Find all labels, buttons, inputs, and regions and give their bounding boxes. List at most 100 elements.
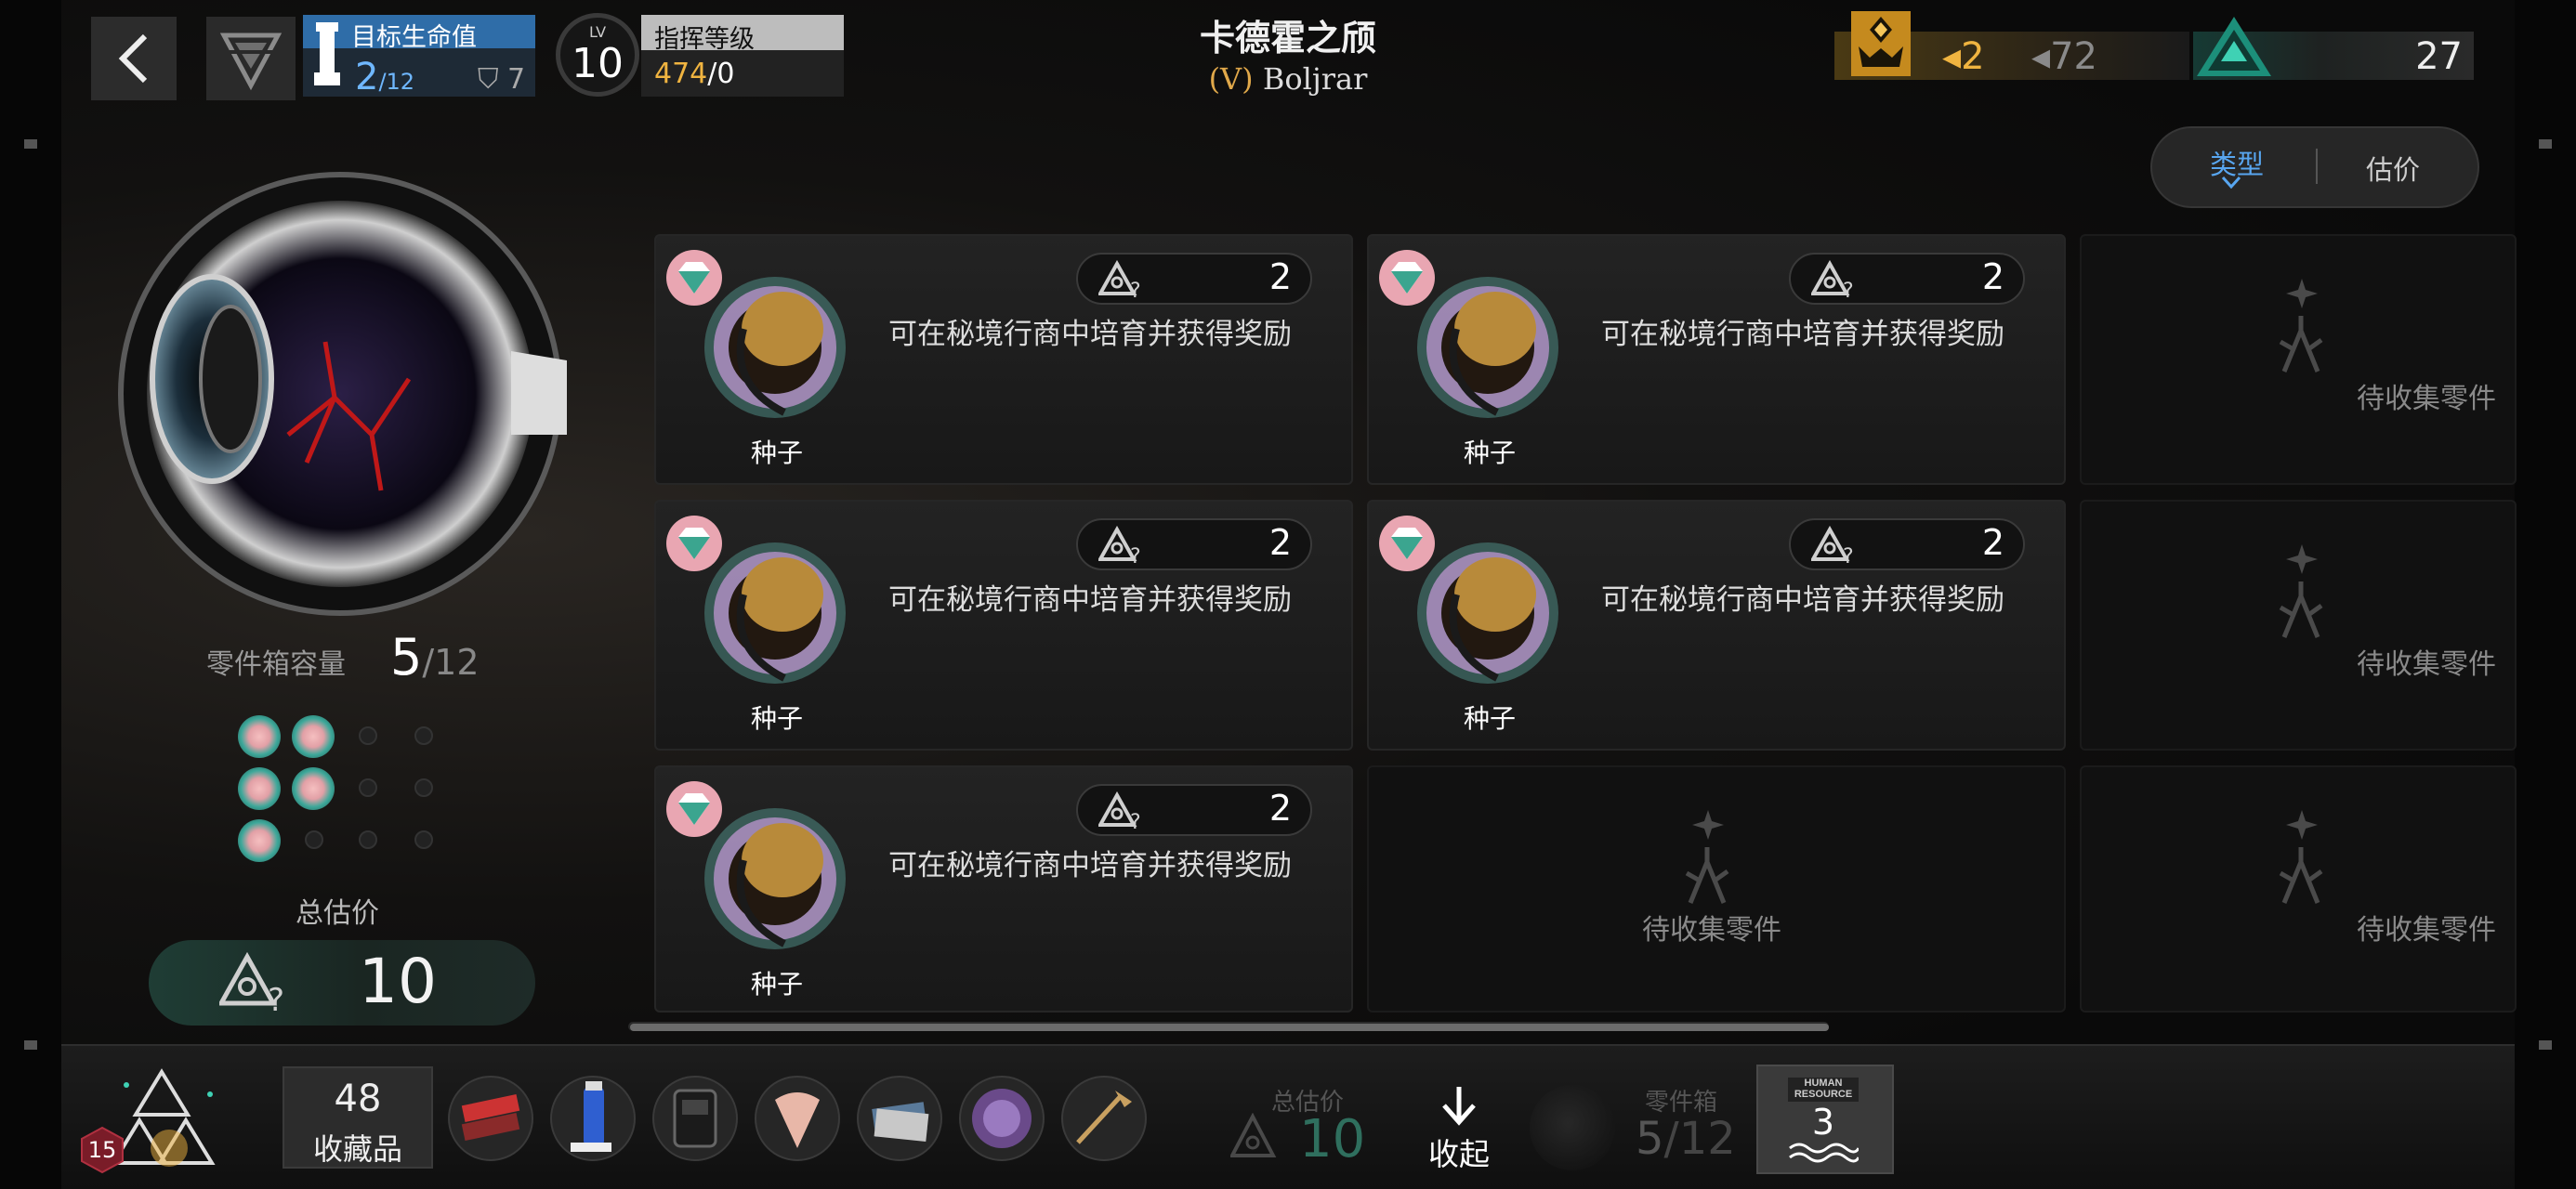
branch-sparkle-icon — [2279, 544, 2323, 638]
game-screen: 目标生命值 2/12 ⛉ 7 LV 10 指挥等级 474/0 卡德霍之颀 (V… — [0, 0, 2576, 1189]
slot-empty — [414, 778, 433, 797]
part-card[interactable]: 种子 ? 2 可在秘境行商中培育并获得奖励 — [654, 765, 1353, 1013]
faction-emblem-button[interactable] — [206, 17, 296, 100]
total-estimate-panel — [149, 940, 535, 1026]
human-resource-logo: HUMAN RESOURCE — [1788, 1078, 1859, 1102]
horn-icon — [1076, 1091, 1132, 1144]
collection-item-feather-fan[interactable] — [755, 1076, 840, 1161]
branch-sparkle-icon — [1685, 810, 1729, 904]
estimate-triangle-icon: ? — [1098, 260, 1141, 299]
svg-text:?: ? — [268, 982, 284, 1014]
gold-crown-icon — [1851, 11, 1911, 76]
pending-part-label: 待收集零件 — [2357, 383, 2496, 415]
part-value: 2 — [1268, 522, 1292, 563]
part-card-empty: 待收集零件 — [2080, 234, 2517, 485]
part-description: 可在秘境行商中培育并获得奖励 — [888, 318, 1292, 351]
slot-filled — [292, 767, 335, 810]
bottom-estimate-value: 10 — [1299, 1109, 1366, 1169]
total-estimate-label: 总估价 — [296, 897, 379, 930]
collection-label: 收藏品 — [312, 1131, 402, 1167]
estimate-triangle-icon — [1230, 1113, 1277, 1157]
chevron-down-icon — [2221, 176, 2241, 189]
sort-divider — [2316, 149, 2318, 184]
total-estimate-value: 10 — [359, 946, 437, 1017]
collection-strip — [437, 1066, 1162, 1169]
target-health-panel[interactable]: 目标生命值 2/12 ⛉ 7 — [303, 15, 535, 98]
part-name: 种子 — [750, 703, 803, 734]
stage-title: 卡德霍之颀 — [1199, 18, 1376, 59]
target-health-title: 目标生命值 — [351, 23, 477, 52]
part-name: 种子 — [750, 438, 803, 468]
svg-text:?: ? — [1130, 811, 1141, 830]
svg-text:?: ? — [1130, 280, 1141, 299]
back-button[interactable] — [91, 17, 177, 100]
level-prefix: LV — [588, 23, 607, 41]
branch-sparkle-icon — [2279, 810, 2323, 904]
slot-empty — [414, 830, 433, 849]
human-resource-count: 3 — [1811, 1102, 1835, 1143]
level-value: 10 — [572, 40, 624, 87]
part-description: 可在秘境行商中培育并获得奖励 — [888, 849, 1292, 882]
eyeball-artifact-icon — [118, 172, 567, 616]
part-card-empty: 待收集零件 — [2080, 500, 2517, 751]
command-level-value: 474/0 — [654, 58, 735, 90]
estimate-triangle-icon: ? — [1098, 791, 1141, 830]
bottom-box-value: 5/12 — [1636, 1113, 1736, 1165]
part-card[interactable]: 种子 ? 2 可在秘境行商中培育并获得奖励 — [654, 234, 1353, 485]
part-name: 种子 — [1463, 438, 1516, 468]
slot-filled — [292, 715, 335, 758]
slot-empty — [359, 726, 377, 745]
seed-icon — [704, 542, 846, 684]
part-name: 种子 — [750, 969, 803, 1000]
slot-filled — [238, 819, 281, 862]
slot-filled — [238, 715, 281, 758]
part-value: 2 — [1981, 522, 2004, 563]
seed-icon — [1417, 277, 1558, 418]
chess-rook-icon — [314, 22, 340, 85]
seed-icon — [1417, 542, 1558, 684]
box-capacity-label: 零件箱容量 — [206, 648, 346, 681]
slot-empty — [414, 726, 433, 745]
pending-part-label: 待收集零件 — [2357, 914, 2496, 947]
part-card[interactable]: 种子 ? 2 可在秘境行商中培育并获得奖励 — [654, 500, 1353, 751]
part-card-empty: 待收集零件 — [2080, 765, 2517, 1013]
eyeball-thumb-icon — [1530, 1085, 1615, 1170]
collection-item-spray-bottle[interactable] — [550, 1076, 636, 1161]
collection-item-chocolate-bars[interactable] — [448, 1076, 533, 1161]
purple-fur-icon — [972, 1089, 1032, 1148]
estimate-triangle-icon: ? — [1811, 526, 1854, 565]
collection-item-radio-device[interactable] — [652, 1076, 738, 1161]
part-card[interactable]: 种子 ? 2 可在秘境行商中培育并获得奖励 — [1367, 234, 2066, 485]
radio-device-icon — [673, 1089, 717, 1148]
collapse-label: 收起 — [1428, 1136, 1490, 1172]
horizontal-scrollbar-thumb[interactable] — [630, 1024, 1829, 1031]
part-value: 2 — [1268, 788, 1292, 829]
part-value: 2 — [1268, 256, 1292, 297]
command-level-title: 指挥等级 — [654, 25, 755, 54]
collection-item-horn[interactable] — [1061, 1076, 1147, 1161]
slot-empty — [359, 830, 377, 849]
box-slots-grid — [232, 710, 455, 877]
collection-count: 48 — [334, 1078, 382, 1120]
part-card-empty: 待收集零件 — [1367, 765, 2066, 1013]
collection-item-purple-fur[interactable] — [959, 1076, 1045, 1161]
part-value: 2 — [1981, 256, 2004, 297]
teal-triangle-icon — [2197, 17, 2271, 76]
wave-icon — [1789, 1143, 1859, 1163]
shield-value: ⛉ 7 — [478, 63, 526, 96]
pending-part-label: 待收集零件 — [2357, 648, 2496, 681]
svg-text:?: ? — [1130, 545, 1141, 565]
chevron-left-icon — [118, 33, 148, 84]
command-level-panel[interactable]: 指挥等级 474/0 — [641, 15, 844, 97]
sort-estimate-tab[interactable]: 估价 — [2366, 149, 2420, 188]
arrow-down-icon — [1442, 1087, 1476, 1126]
rank-level: 15 — [87, 1137, 117, 1163]
spray-bottle-icon — [571, 1081, 611, 1152]
estimate-triangle-icon: ? — [1811, 260, 1854, 299]
cards-stack-icon — [872, 1102, 929, 1143]
branch-sparkle-icon — [2279, 279, 2323, 372]
part-card[interactable]: 种子 ? 2 可在秘境行商中培育并获得奖励 — [1367, 500, 2066, 751]
right-frame-edge — [2515, 0, 2576, 1189]
collection-item-cards-stack[interactable] — [857, 1076, 942, 1161]
svg-text:?: ? — [1843, 280, 1854, 299]
